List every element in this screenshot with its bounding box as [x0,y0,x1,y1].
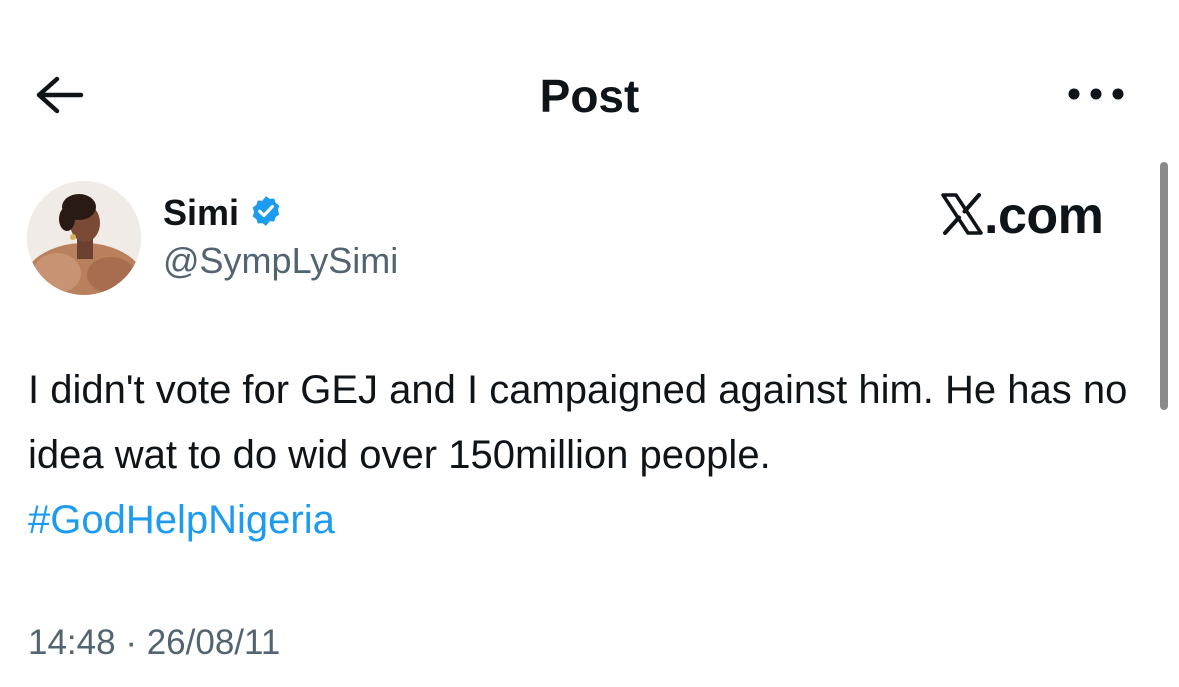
tweet-timestamp[interactable]: 14:48 · 26/08/11 [28,622,280,664]
more-horizontal-icon [1066,87,1126,106]
hashtag-link[interactable]: #GodHelpNigeria [28,488,1138,553]
x-logo-icon [940,192,984,241]
arrow-left-icon [33,75,85,120]
tweet-time: 14:48 [28,623,116,662]
tweet-text: I didn't vote for GEJ and I campaigned a… [28,368,1128,477]
x-com-watermark: .com [940,187,1104,245]
tweet-date: 26/08/11 [146,623,281,662]
page-title: Post [539,70,640,122]
meta-separator: · [125,623,137,662]
user-handle[interactable]: @SympLySimi [163,240,398,282]
verified-badge-icon [249,194,283,233]
avatar[interactable] [27,181,141,295]
author-name-row[interactable]: Simi [163,192,283,234]
more-options-button[interactable] [1058,76,1134,116]
back-button[interactable] [30,72,88,122]
watermark-brand-text: .com [984,187,1104,245]
tweet-body: I didn't vote for GEJ and I campaigned a… [28,358,1138,553]
display-name[interactable]: Simi [163,192,239,234]
scrollbar[interactable] [1160,162,1168,410]
